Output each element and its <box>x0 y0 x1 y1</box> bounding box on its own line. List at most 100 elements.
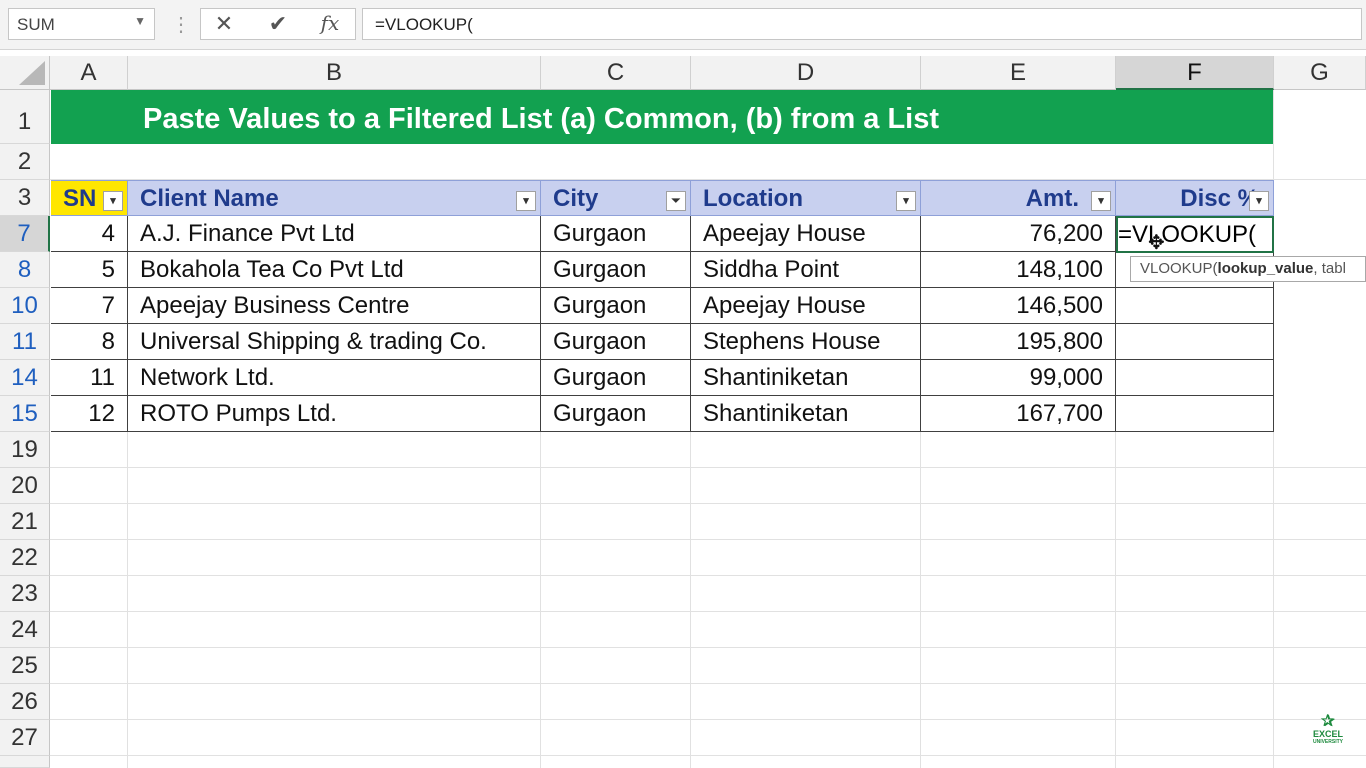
enter-icon[interactable]: ✔ <box>263 11 293 37</box>
select-all-button[interactable] <box>0 56 50 90</box>
header-city[interactable]: City ⏷ <box>541 180 691 216</box>
row-header-19[interactable]: 19 <box>0 432 50 468</box>
cell-location[interactable]: Shantiniketan <box>691 396 921 432</box>
cell-amt[interactable]: 195,800 <box>921 324 1116 360</box>
tooltip-function: VLOOKUP( <box>1140 260 1218 277</box>
cell-location[interactable]: Shantiniketan <box>691 360 921 396</box>
cell-disc[interactable] <box>1116 360 1274 396</box>
gridline <box>540 432 541 768</box>
cell-city[interactable]: Gurgaon <box>541 288 691 324</box>
gridline <box>50 755 1366 756</box>
filter-active-icon[interactable]: ⏷ <box>666 191 686 211</box>
row-header-21[interactable]: 21 <box>0 504 50 540</box>
filter-dropdown-icon[interactable]: ▾ <box>1249 191 1269 211</box>
cell-sn[interactable]: 12 <box>51 396 128 432</box>
filter-dropdown-icon[interactable]: ▾ <box>1091 191 1111 211</box>
header-client-name[interactable]: Client Name ▾ <box>128 180 541 216</box>
column-header-g[interactable]: G <box>1274 56 1366 90</box>
header-city-label: City <box>553 185 599 212</box>
cell-client-name[interactable]: Universal Shipping & trading Co. <box>128 324 541 360</box>
row-header-24[interactable]: 24 <box>0 612 50 648</box>
cell-location[interactable]: Siddha Point <box>691 252 921 288</box>
formula-bar: SUM ▼ ⋮ ✕ ✔ fx =VLOOKUP( <box>0 0 1366 50</box>
header-location-label: Location <box>703 185 803 212</box>
row-header-11[interactable]: 11 <box>0 324 50 360</box>
star-icon: ✰ <box>1321 713 1335 730</box>
row-header-25[interactable]: 25 <box>0 648 50 684</box>
cell-city[interactable]: Gurgaon <box>541 324 691 360</box>
cell-city[interactable]: Gurgaon <box>541 216 691 252</box>
function-tooltip[interactable]: VLOOKUP(lookup_value, tabl <box>1130 256 1366 282</box>
row-header-27[interactable]: 27 <box>0 720 50 756</box>
name-box[interactable]: SUM ▼ <box>8 8 155 40</box>
logo-line1: EXCEL <box>1312 729 1343 739</box>
active-cell-f7[interactable]: =VLOOKUP( <box>1116 216 1274 253</box>
column-header-b[interactable]: B <box>128 56 541 90</box>
row-header-next[interactable] <box>0 756 50 768</box>
cell-city[interactable]: Gurgaon <box>541 396 691 432</box>
cell-disc[interactable] <box>1116 288 1274 324</box>
row-header-26[interactable]: 26 <box>0 684 50 720</box>
more-options-icon[interactable]: ⋮ <box>171 12 191 37</box>
gridline <box>50 611 1366 612</box>
header-disc[interactable]: Disc % ▾ <box>1116 180 1274 216</box>
cell-sn[interactable]: 5 <box>51 252 128 288</box>
header-location[interactable]: Location ▾ <box>691 180 921 216</box>
cell-city[interactable]: Gurgaon <box>541 252 691 288</box>
row-header-14[interactable]: 14 <box>0 360 50 396</box>
row-header-22[interactable]: 22 <box>0 540 50 576</box>
filter-dropdown-icon[interactable]: ▾ <box>516 191 536 211</box>
cell-client-name[interactable]: A.J. Finance Pvt Ltd <box>128 216 541 252</box>
tooltip-arg[interactable]: lookup_value <box>1218 260 1314 277</box>
cell-amt[interactable]: 76,200 <box>921 216 1116 252</box>
column-header-a[interactable]: A <box>50 56 128 90</box>
formula-input[interactable]: =VLOOKUP( <box>362 8 1362 40</box>
row-header-15[interactable]: 15 <box>0 396 50 432</box>
row-header-20[interactable]: 20 <box>0 468 50 504</box>
row-header-10[interactable]: 10 <box>0 288 50 324</box>
column-header-e[interactable]: E <box>921 56 1116 90</box>
header-disc-label: Disc % <box>1180 185 1259 212</box>
header-sn-label: SN <box>63 185 97 212</box>
cell-amt[interactable]: 99,000 <box>921 360 1116 396</box>
cell-amt[interactable]: 146,500 <box>921 288 1116 324</box>
cell-amt[interactable]: 167,700 <box>921 396 1116 432</box>
gridline <box>50 647 1366 648</box>
excel-university-logo: ✰ EXCEL UNIVERSITY <box>1308 714 1348 746</box>
row-header-2[interactable]: 2 <box>0 144 50 180</box>
cell-client-name[interactable]: Bokahola Tea Co Pvt Ltd <box>128 252 541 288</box>
cancel-icon[interactable]: ✕ <box>209 11 239 37</box>
gridline <box>50 503 1366 504</box>
filter-dropdown-icon[interactable]: ▾ <box>896 191 916 211</box>
header-sn[interactable]: SN ▾ <box>51 180 128 216</box>
cell-client-name[interactable]: ROTO Pumps Ltd. <box>128 396 541 432</box>
row-header-8[interactable]: 8 <box>0 252 50 288</box>
chevron-down-icon[interactable]: ▼ <box>134 14 146 28</box>
column-header-d[interactable]: D <box>691 56 921 90</box>
cell-client-name[interactable]: Network Ltd. <box>128 360 541 396</box>
cell-location[interactable]: Stephens House <box>691 324 921 360</box>
cell-sn[interactable]: 4 <box>51 216 128 252</box>
row-header-1[interactable]: 1 <box>0 90 50 144</box>
cell-sn[interactable]: 7 <box>51 288 128 324</box>
cell-amt[interactable]: 148,100 <box>921 252 1116 288</box>
header-amt[interactable]: Amt. ▾ <box>921 180 1116 216</box>
cell-city[interactable]: Gurgaon <box>541 360 691 396</box>
gridline <box>50 683 1366 684</box>
sheet-title[interactable]: Paste Values to a Filtered List (a) Comm… <box>51 90 1273 144</box>
filter-dropdown-icon[interactable]: ▾ <box>103 191 123 211</box>
cell-disc[interactable] <box>1116 324 1274 360</box>
cell-client-name[interactable]: Apeejay Business Centre <box>128 288 541 324</box>
cell-sn[interactable]: 11 <box>51 360 128 396</box>
cell-location[interactable]: Apeejay House <box>691 288 921 324</box>
column-header-c[interactable]: C <box>541 56 691 90</box>
row-header-3[interactable]: 3 <box>0 180 50 216</box>
fx-icon[interactable]: fx <box>315 11 345 35</box>
cell-sn[interactable]: 8 <box>51 324 128 360</box>
gridline <box>50 575 1366 576</box>
cell-location[interactable]: Apeejay House <box>691 216 921 252</box>
column-header-f[interactable]: F <box>1116 56 1274 90</box>
row-header-23[interactable]: 23 <box>0 576 50 612</box>
cell-disc[interactable] <box>1116 396 1274 432</box>
row-header-7[interactable]: 7 <box>0 216 50 252</box>
